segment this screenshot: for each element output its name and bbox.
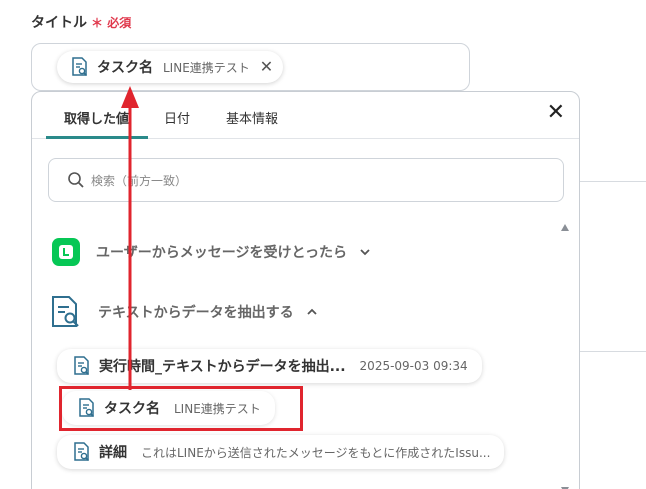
- annotation-arrow-icon: [121, 86, 139, 390]
